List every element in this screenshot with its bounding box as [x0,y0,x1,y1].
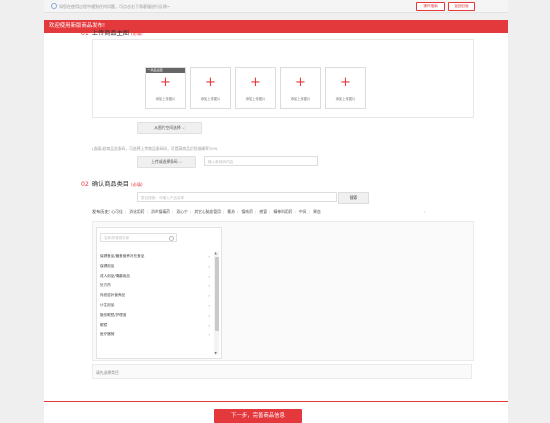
search-button[interactable]: 搜索 [338,192,369,204]
history-item[interactable]: 氟苏 [227,209,235,214]
barcode-hint: (选填)若商品含条码，可选择上传商品条码码，可提高商品识别准确率70% [92,146,218,151]
history-item[interactable]: 心可佳 [111,209,122,214]
category-item[interactable]: 隐形眼镜/护理液 › [100,311,213,321]
upload-caption: 添加上传图片 [335,97,356,101]
category-label: 传统滋补营养品 [100,293,126,298]
upload-caption: 添加上传图片 [245,97,266,101]
chevron-right-icon: › [208,302,210,308]
plus-icon: + [205,75,216,90]
history-item[interactable]: 消化用药 [129,209,144,214]
upload-caption: 添加上传图片 [290,97,311,101]
history-item[interactable]: 感冒 [259,209,267,214]
section2-number: 02 [81,181,89,188]
history-label: 发布历史: [92,209,111,214]
category-label: 保健食品/膳食营养补充食品 [100,254,145,258]
category-label: 处方药 [100,283,111,288]
category-search-input[interactable]: 类目搜索：可输入产品名称 [137,192,337,202]
upload-slot[interactable]: + 添加上传图片 [280,67,321,109]
history-item[interactable]: 中风 [299,209,307,214]
section2-label: 确认商品类目 [91,181,129,188]
scroll-down-icon[interactable]: ▼ [215,351,217,355]
history-item[interactable]: 精神科用药 [274,209,293,214]
section1-required: (必填) [131,31,143,36]
category-scrollbar[interactable]: ▲ ▼ [214,251,219,355]
main-image-tag: * 商品主图 [146,68,185,73]
history-item[interactable]: 双心宁 [176,209,187,214]
category-label: 计生用品 [100,302,115,307]
upload-slot[interactable]: + 添加上传图片 [325,67,366,109]
category-item[interactable]: 保健用品 › [100,262,213,272]
category-item[interactable]: 成人用品/情趣用品 › [100,272,213,282]
section2-title: 02 确认商品类目 (必填) [81,179,143,188]
guide-button[interactable]: 操作指南 [416,2,445,11]
scroll-up-icon[interactable]: ▲ [215,251,217,255]
image-space-select[interactable]: 从图片空间选择 ⌵ [137,122,202,134]
top-notice-bar: 如您在使用过程中遇到任何问题，可点击右下角客服进行反馈~ 操作指南 返回旧版 [44,0,508,13]
category-item[interactable]: 眼镜 › [100,321,213,331]
category-item[interactable]: 传统滋补营养品 › [100,291,213,301]
barcode-input[interactable]: 输入条码码内容 [204,156,318,166]
chevron-right-icon: › [208,273,210,279]
scrollbar-thumb[interactable] [214,257,219,331]
chevron-right-icon: › [208,283,210,289]
chevron-down-icon: ⌵ [181,125,185,130]
history-item[interactable]: 其它心脑血管用 [194,209,221,214]
category-item[interactable]: 医疗器械 › [100,330,213,340]
info-icon [51,3,57,9]
chevron-right-icon[interactable]: › [424,209,426,214]
category-filter-input[interactable]: 名称/拼音首字母 [100,233,177,242]
history-item[interactable]: 镇咳药 [242,209,253,214]
publish-history: 发布历史: 心可佳 | 消化用药 | 消炎镇痛药 | 双心宁 | 其它心脑血管用 | 氟苏… [92,209,321,214]
chevron-right-icon: › [208,254,210,259]
chevron-right-icon: › [208,322,210,328]
plus-icon: + [250,75,261,90]
chevron-right-icon: › [208,312,210,318]
category-panel: 名称/拼音首字母 保健食品/膳食营养补充食品 › 保健用品 › 成人用品/情趣用品 ›… [96,227,222,359]
upload-slot[interactable]: + 添加上传图片 [235,67,276,109]
barcode-select-label: 上传或选择条码 [151,159,178,164]
next-step-button[interactable]: 下一步，完善商品信息 [214,409,302,423]
category-label: 眼镜 [100,322,108,327]
section1-label: 上传商品主图 [91,30,129,37]
category-label: 隐形眼镜/护理液 [100,312,127,317]
section1-title: 01 上传商品主图 (必填) [81,28,143,37]
section2-required: (必填) [131,182,143,187]
category-list: 保健食品/膳食营养补充食品 › 保健用品 › 成人用品/情趣用品 › 处方药 › 传统滋… [100,252,213,340]
history-item[interactable]: 消炎镇痛药 [151,209,170,214]
chevron-right-icon: › [208,293,210,299]
category-label: 保健用品 [100,263,115,268]
category-item[interactable]: 处方药 › [100,281,213,291]
chevron-right-icon: › [208,332,210,338]
image-space-label: 从图片空间选择 [154,125,181,130]
upload-caption: 添加上传图片 [200,97,221,101]
selected-category: 请先选择类目 [92,364,472,379]
plus-icon: + [340,75,351,90]
chevron-right-icon: › [208,263,210,269]
plus-icon: + [160,75,171,90]
section1-number: 01 [81,30,89,37]
notice-text: 如您在使用过程中遇到任何问题，可点击右下角客服进行反馈~ [51,3,170,10]
upload-slot-main[interactable]: * 商品主图 + 添加上传图片 [145,67,186,109]
history-item[interactable]: 果血 [313,209,321,214]
plus-icon: + [295,75,306,90]
category-item[interactable]: 计生用品 › [100,301,213,311]
category-filter-placeholder: 名称/拼音首字母 [104,236,129,240]
upload-caption: 添加上传图片 [155,97,176,101]
category-item[interactable]: 保健食品/膳食营养补充食品 › [100,252,213,262]
upload-slot[interactable]: + 添加上传图片 [190,67,231,109]
barcode-select[interactable]: 上传或选择条码 ⌵ [137,156,196,168]
category-label: 医疗器械 [100,332,115,337]
notice-label: 如您在使用过程中遇到任何问题，可点击右下角客服进行反馈~ [59,4,171,9]
footer-divider [44,401,508,402]
search-icon [169,236,174,241]
chevron-down-icon: ⌵ [178,159,182,164]
category-label: 成人用品/情趣用品 [100,273,130,278]
old-version-button[interactable]: 返回旧版 [448,2,475,11]
